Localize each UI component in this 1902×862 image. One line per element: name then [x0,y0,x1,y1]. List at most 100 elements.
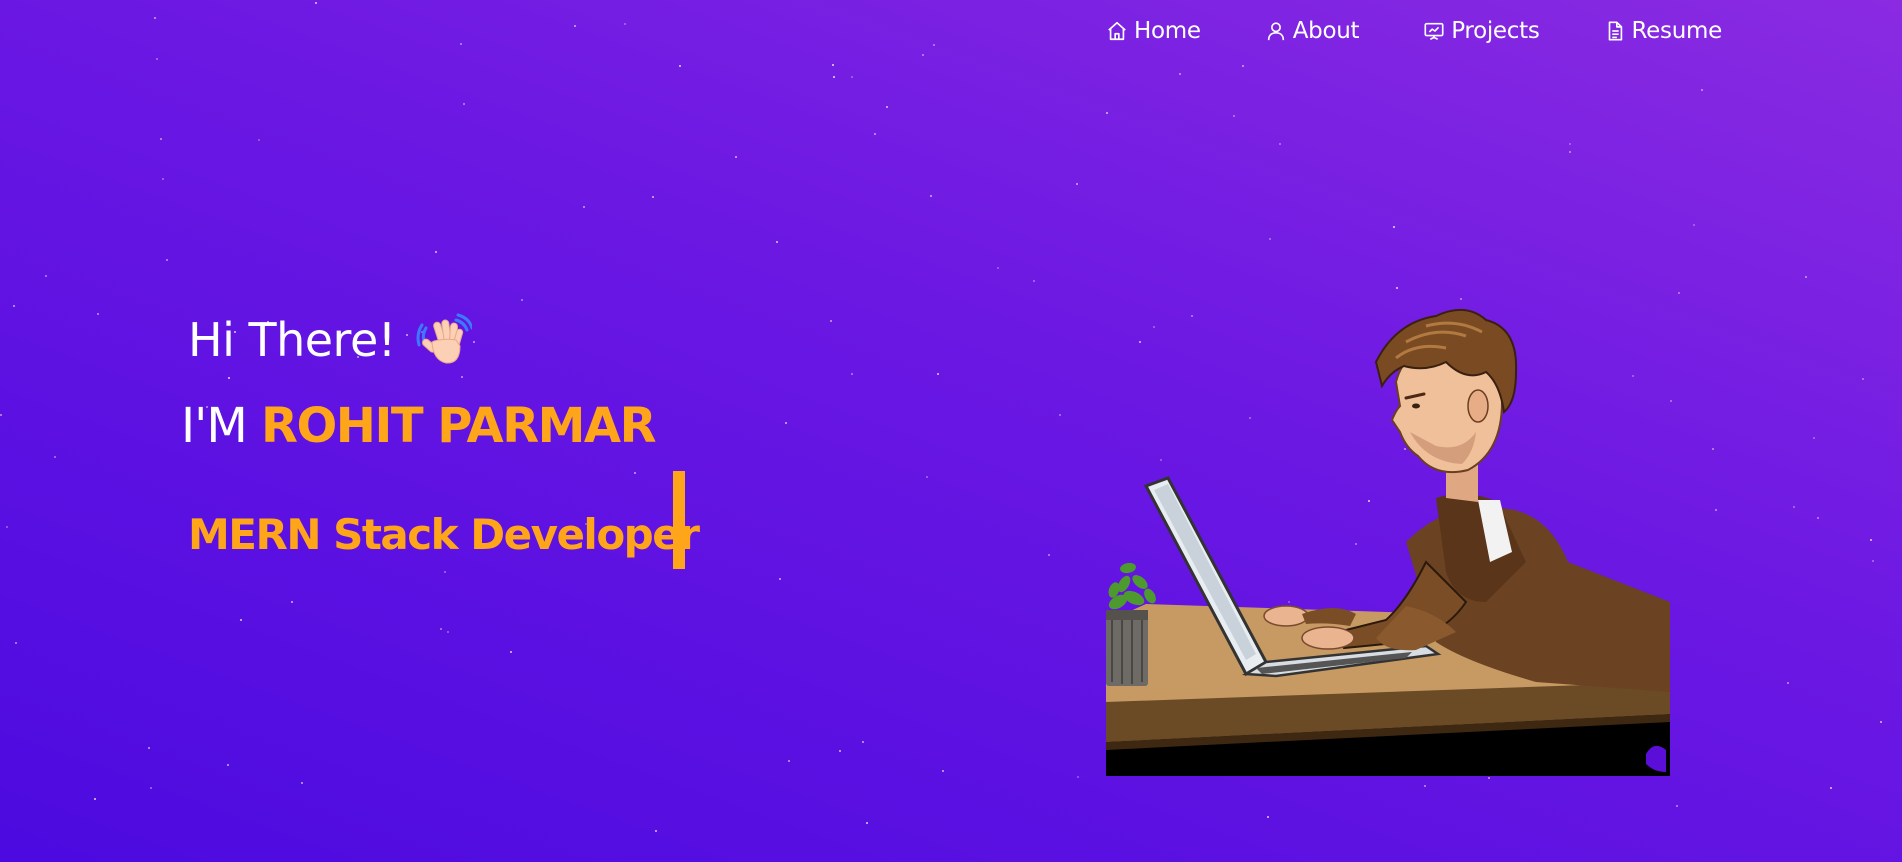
star-dot [926,476,928,478]
star-dot [942,770,944,772]
intro-prefix: I'M [181,398,248,454]
document-icon [1604,20,1626,42]
developer-at-laptop-illustration [1106,302,1670,776]
nav-item-resume-label: Resume [1631,18,1723,44]
star-dot [461,376,463,378]
star-dot [785,422,787,424]
star-dot [15,642,17,644]
nav-item-projects-label: Projects [1451,18,1540,44]
star-dot [851,76,853,78]
star-dot [874,133,876,135]
star-dot [228,377,230,379]
nav-item-home-label: Home [1134,18,1201,44]
star-dot [1460,298,1462,300]
star-dot [779,578,781,580]
star-dot [1712,448,1714,450]
star-dot [1059,414,1061,416]
star-dot [1048,554,1050,556]
star-dot [440,628,442,630]
star-dot [1787,682,1789,684]
star-dot [6,526,8,528]
star-dot [1569,151,1571,153]
star-dot [634,472,636,474]
star-dot [150,787,152,789]
star-dot [240,619,242,621]
star-dot [1715,509,1717,511]
star-dot [833,76,835,78]
star-dot [227,764,229,766]
star-dot [301,782,303,784]
star-dot [45,275,47,277]
star-dot [1676,805,1678,807]
intro-heading: I'M ROHIT PARMAR [181,398,657,454]
star-dot [521,299,523,301]
star-dot [1424,785,1426,787]
star-dot [1670,400,1672,402]
star-dot [997,267,999,269]
star-dot [1267,816,1269,818]
star-dot [1870,539,1872,541]
nav-item-resume[interactable]: Resume [1604,18,1722,44]
star-dot [160,138,162,140]
star-dot [258,139,260,141]
star-dot [788,760,790,762]
star-dot [830,320,832,322]
star-dot [1678,292,1680,294]
typewriter-role-text: MERN Stack Developer [188,510,700,559]
star-dot [1693,224,1695,226]
user-icon [1265,20,1287,42]
greeting-heading: Hi There! [188,312,472,368]
star-dot [1830,787,1832,789]
star-dot [930,195,932,197]
star-dot [1393,226,1395,228]
star-dot [473,341,475,343]
star-dot [866,822,868,824]
star-dot [776,241,778,243]
home-icon [1106,20,1128,42]
star-dot [1033,280,1035,282]
star-dot [1862,378,1864,380]
star-dot [97,313,99,315]
star-dot [1805,276,1807,278]
nav-item-home[interactable]: Home [1106,18,1201,44]
star-dot [444,571,446,573]
star-dot [1269,238,1271,240]
nav-item-about-label: About [1292,18,1360,44]
star-dot [510,651,512,653]
star-dot [1793,506,1795,508]
star-dot [839,750,841,752]
star-dot [291,601,293,603]
star-dot [655,830,657,832]
star-dot [1396,287,1398,289]
star-dot [862,741,864,743]
nav-item-projects[interactable]: Projects [1423,18,1540,44]
greeting-text: Hi There! [188,313,396,367]
star-dot [652,196,654,198]
star-dot [54,456,56,458]
star-dot [94,798,96,800]
star-dot [1106,112,1108,114]
star-dot [1233,115,1235,117]
typewriter-cursor [673,471,685,569]
star-dot [13,305,15,307]
star-dot [851,373,853,375]
star-dot [1880,721,1882,723]
star-dot [1488,777,1490,779]
star-dot [1179,73,1181,75]
waving-hand-icon [416,312,472,368]
star-dot [583,206,585,208]
star-dot [1817,517,1819,519]
star-dot [0,414,2,416]
star-dot [1813,437,1815,439]
presentation-icon [1423,20,1445,42]
star-dot [1569,143,1571,145]
star-dot [735,156,737,158]
star-dot [1076,183,1078,185]
nav-list: Home About Projects Resume [1100,18,1722,44]
star-dot [886,106,888,108]
star-dot [162,178,164,180]
star-dot [435,251,437,253]
star-dot [447,631,449,633]
developer-name: ROHIT PARMAR [261,398,657,454]
nav-item-about[interactable]: About [1265,18,1360,44]
